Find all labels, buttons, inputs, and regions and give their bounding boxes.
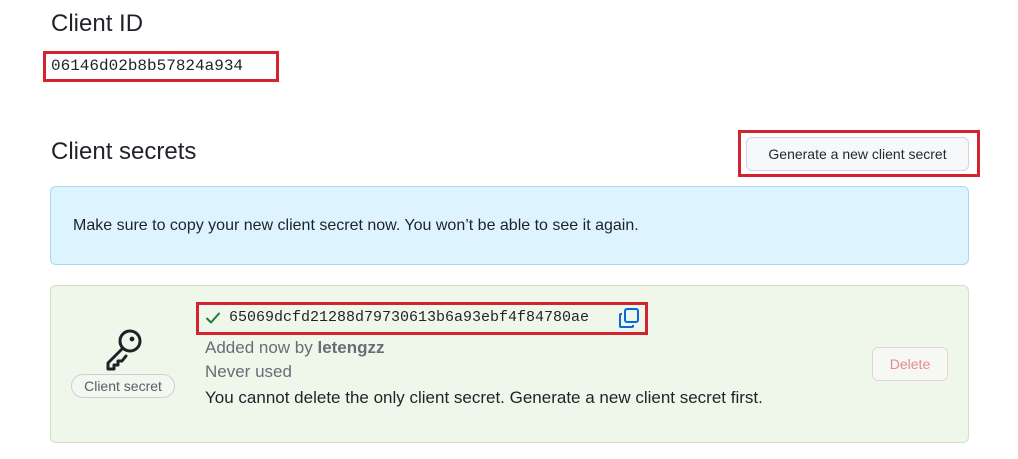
secret-added-prefix: Added now by: [205, 338, 318, 357]
secret-usage-status: Never used: [205, 362, 292, 381]
client-secret-badge-label: Client secret: [84, 378, 162, 394]
delete-secret-button[interactable]: Delete: [872, 347, 948, 381]
generate-new-secret-button[interactable]: Generate a new client secret: [746, 137, 969, 171]
client-secret-badge: Client secret: [71, 374, 175, 398]
client-id-value: 06146d02b8b57824a934: [43, 51, 279, 82]
copy-secret-flash: Make sure to copy your new client secret…: [50, 186, 969, 265]
client-secrets-heading: Client secrets: [51, 138, 197, 165]
check-icon: [206, 312, 220, 324]
copy-icon[interactable]: [618, 307, 640, 329]
client-secret-value[interactable]: 65069dcfd21288d79730613b6a93ebf4f84780ae: [229, 309, 589, 327]
client-id-heading: Client ID: [51, 10, 144, 37]
key-icon: [106, 329, 142, 371]
secret-delete-note: You cannot delete the only client secret…: [205, 388, 763, 407]
flash-message: Make sure to copy your new client secret…: [73, 216, 639, 234]
secret-added-user: letengzz: [317, 338, 385, 357]
secret-added-info: Added now by letengzz: [205, 338, 385, 358]
